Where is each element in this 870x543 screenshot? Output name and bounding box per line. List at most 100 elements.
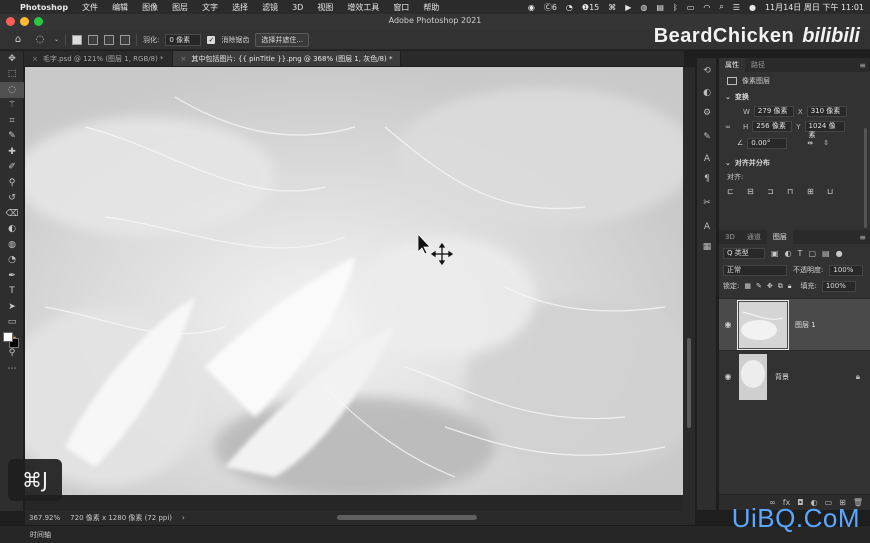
- menu-view[interactable]: 视图: [317, 2, 333, 13]
- color-panel-icon[interactable]: ◐: [697, 88, 717, 98]
- tab-3d[interactable]: 3D: [719, 230, 741, 244]
- panel-menu-icon[interactable]: ≡: [859, 233, 866, 242]
- menu-help[interactable]: 帮助: [423, 2, 439, 13]
- image-filter-icon[interactable]: ▣: [771, 249, 779, 258]
- layer-filter-dropdown[interactable]: Q 类型: [723, 247, 765, 259]
- width-input[interactable]: 279 像素: [753, 106, 794, 117]
- bluetooth-icon[interactable]: ᛒ: [673, 3, 678, 12]
- path-selection-tool-icon[interactable]: ➤: [0, 299, 24, 315]
- antialias-checkbox[interactable]: ✓: [207, 35, 216, 44]
- lock-icon[interactable]: 🔒︎: [856, 372, 860, 382]
- menu-edit[interactable]: 编辑: [112, 2, 128, 13]
- tab-layers[interactable]: 图层: [766, 230, 793, 244]
- angle-input[interactable]: 0.00°: [747, 137, 788, 149]
- menu-layer[interactable]: 图层: [172, 2, 188, 13]
- character-panel-icon[interactable]: A: [697, 222, 717, 232]
- wifi-icon[interactable]: ◠: [703, 3, 710, 12]
- menu-image[interactable]: 图像: [142, 2, 158, 13]
- menu-window[interactable]: 窗口: [393, 2, 409, 13]
- visibility-eye-icon[interactable]: ◉: [719, 320, 737, 329]
- chevron-down-icon[interactable]: ⌄: [54, 36, 59, 43]
- play-icon[interactable]: ▶: [625, 3, 631, 12]
- home-icon[interactable]: ⌂: [10, 34, 26, 45]
- lock-position-icon[interactable]: ✥: [767, 282, 773, 290]
- blur-tool-icon[interactable]: ◍: [0, 237, 24, 253]
- menu-filter[interactable]: 滤镜: [262, 2, 278, 13]
- lasso-preset-icon[interactable]: ◌: [32, 34, 48, 45]
- canvas[interactable]: [25, 67, 683, 495]
- link-icon[interactable]: ∞: [725, 123, 739, 131]
- layer-row-layer1[interactable]: ◉ 图层 1: [719, 298, 870, 350]
- align-section-header[interactable]: ⌄ 对齐并分布: [719, 156, 870, 170]
- lock-transparent-icon[interactable]: ▦: [744, 282, 751, 290]
- tab-document-1[interactable]: × 毛字.psd @ 121% (图层 1, RGB/8) *: [24, 51, 173, 66]
- crop-tool-icon[interactable]: ⌗: [0, 113, 24, 129]
- menubar-clock[interactable]: 11月14日 周日 下午 11:01: [765, 2, 864, 13]
- swatches-panel-icon[interactable]: ▦: [697, 242, 717, 252]
- sync-icon[interactable]: ◔: [566, 3, 573, 12]
- visibility-eye-icon[interactable]: ◉: [719, 372, 737, 381]
- history-brush-tool-icon[interactable]: ↺: [0, 191, 24, 207]
- tab-paths[interactable]: 路径: [745, 58, 771, 72]
- x-input[interactable]: 310 像素: [806, 106, 847, 117]
- y-input[interactable]: 1024 像素: [804, 121, 845, 139]
- layer-row-background[interactable]: ◉ 背景 🔒︎: [719, 350, 870, 402]
- marquee-tool-icon[interactable]: ⬚: [0, 67, 24, 83]
- lock-pixels-icon[interactable]: ✎: [756, 282, 762, 290]
- blend-mode-dropdown[interactable]: 正常: [723, 264, 787, 276]
- close-icon[interactable]: ×: [32, 55, 38, 63]
- horizontal-scrollbar[interactable]: [337, 515, 477, 520]
- properties-scrollbar[interactable]: [864, 128, 867, 228]
- shape-tool-icon[interactable]: ▭: [0, 315, 24, 331]
- c-badge-icon[interactable]: Ⓒ6: [544, 2, 557, 13]
- type-tool-icon[interactable]: T: [0, 284, 24, 300]
- layer-name[interactable]: 图层 1: [795, 320, 816, 330]
- adjustments-panel-icon[interactable]: ⚙: [697, 108, 717, 118]
- lock-artboard-icon[interactable]: ⧉: [778, 282, 783, 291]
- select-and-mask-button[interactable]: 选择并遮住...: [255, 32, 310, 47]
- gradient-tool-icon[interactable]: ◐: [0, 222, 24, 238]
- siri-icon[interactable]: ●: [749, 3, 756, 12]
- glyphs-panel-icon[interactable]: A: [697, 154, 717, 164]
- spotlight-icon[interactable]: ⌕: [719, 2, 723, 12]
- text-filter-icon[interactable]: T: [798, 249, 803, 258]
- intersect-selection-button[interactable]: [120, 34, 131, 45]
- circle-icon[interactable]: ◍: [640, 3, 647, 12]
- flip-horizontal-icon[interactable]: ⇹: [807, 139, 813, 147]
- healing-brush-tool-icon[interactable]: ✚: [0, 144, 24, 160]
- menu-file[interactable]: 文件: [82, 2, 98, 13]
- shape-filter-icon[interactable]: ▢: [808, 249, 816, 258]
- panel-menu-icon[interactable]: ≡: [859, 61, 866, 70]
- filter-toggle-icon[interactable]: ●: [836, 249, 843, 258]
- menu-photoshop[interactable]: Photoshop: [20, 3, 68, 12]
- height-input[interactable]: 256 像素: [752, 121, 793, 132]
- vertical-scrollbar[interactable]: [687, 338, 691, 428]
- opacity-input[interactable]: 100%: [829, 264, 864, 276]
- eraser-tool-icon[interactable]: ⌫: [0, 206, 24, 222]
- dodge-tool-icon[interactable]: ◔: [0, 253, 24, 269]
- transform-section-header[interactable]: ⌄ 变换: [719, 90, 870, 104]
- command-icon[interactable]: ⌘: [608, 3, 616, 12]
- tab-document-2[interactable]: × 其中包括图片: {{ pinTitle }}.png @ 368% (图层 …: [172, 51, 402, 66]
- lock-all-icon[interactable]: 🔒︎: [788, 282, 792, 291]
- smart-object-filter-icon[interactable]: ▤: [822, 249, 830, 258]
- flip-vertical-icon[interactable]: ⇳: [823, 139, 829, 147]
- battery-icon[interactable]: ▭: [687, 3, 695, 12]
- align-top-icon[interactable]: ⊓: [787, 187, 797, 196]
- tab-properties[interactable]: 属性: [719, 58, 745, 72]
- subtract-selection-button[interactable]: [104, 34, 115, 45]
- menu-plugins[interactable]: 增效工具: [347, 2, 379, 13]
- notification-icon[interactable]: ❶15: [582, 3, 599, 12]
- lasso-tool-icon[interactable]: ◌: [0, 82, 24, 98]
- control-center-icon[interactable]: ☰: [733, 3, 740, 12]
- magic-wand-tool-icon[interactable]: ⚚: [0, 98, 24, 114]
- fill-input[interactable]: 100%: [821, 280, 856, 292]
- history-panel-icon[interactable]: ⟲: [697, 66, 717, 76]
- menu-select[interactable]: 选择: [232, 2, 248, 13]
- eyedropper-tool-icon[interactable]: ✎: [0, 129, 24, 145]
- record-icon[interactable]: ◉: [528, 3, 535, 12]
- layer-name[interactable]: 背景: [775, 372, 789, 382]
- adjustment-filter-icon[interactable]: ◐: [785, 249, 792, 258]
- align-bottom-icon[interactable]: ⊔: [827, 187, 837, 196]
- close-icon[interactable]: ×: [181, 55, 187, 63]
